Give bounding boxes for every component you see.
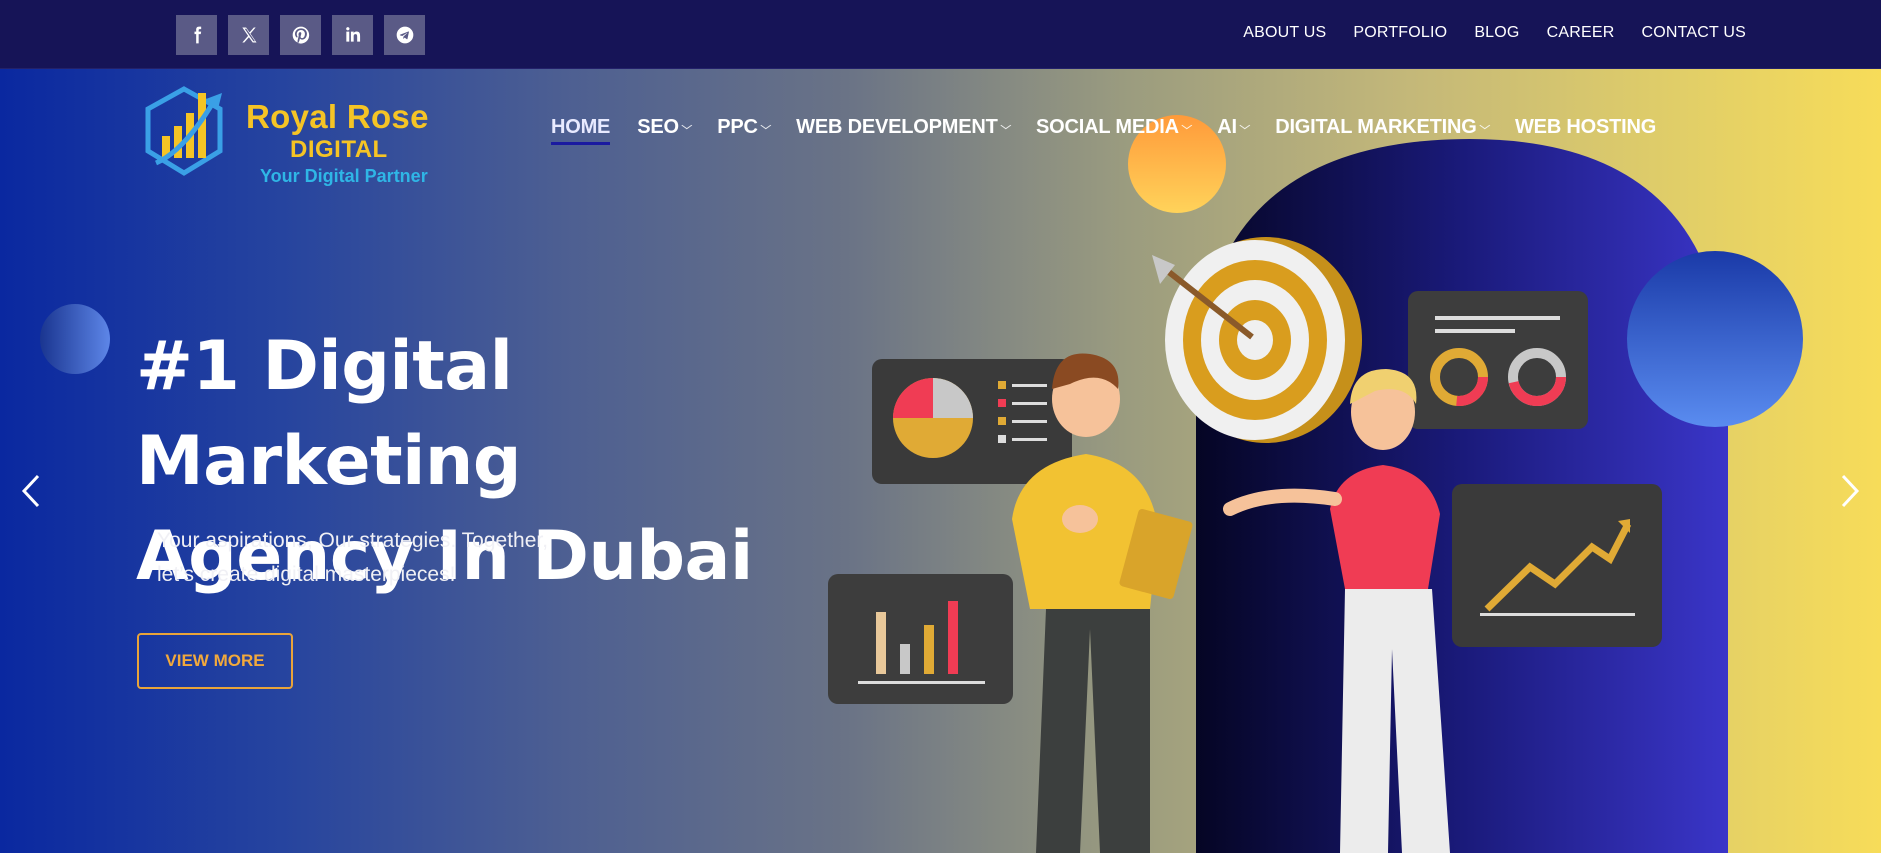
nav-item-label: SOCIAL MEDIA: [1036, 116, 1179, 138]
nav-item-label: DIGITAL MARKETING: [1275, 116, 1477, 138]
logo-subtitle: DIGITAL: [290, 136, 388, 163]
top-link-contact-us[interactable]: CONTACT US: [1641, 24, 1746, 42]
nav-item-seo[interactable]: SEO ⌵: [637, 116, 692, 139]
chevron-down-icon: ⌵: [1000, 121, 1011, 132]
hero-subtext: Your aspirations, Our strategies. Togeth…: [157, 524, 607, 592]
telegram-link[interactable]: [384, 15, 425, 55]
nav-item-label: PPC: [717, 116, 758, 138]
telegram-icon: [396, 26, 413, 44]
chevron-left-icon: [21, 474, 40, 508]
logo-tagline: Your Digital Partner: [260, 166, 428, 186]
hero-subtext-line-2: let’s create digital masterpieces!: [157, 563, 456, 586]
nav-item-ppc[interactable]: PPC ⌵: [717, 116, 771, 139]
top-nav: ABOUT US PORTFOLIO BLOG CAREER CONTACT U…: [1243, 24, 1746, 42]
nav-item-label: WEB HOSTING: [1515, 116, 1657, 138]
facebook-link[interactable]: [176, 15, 217, 55]
nav-item-web-hosting[interactable]: WEB HOSTING: [1515, 116, 1656, 139]
carousel-prev-button[interactable]: [20, 469, 42, 520]
x-icon: [241, 27, 256, 43]
logo[interactable]: Royal Rose DIGITAL Your Digital Partner: [144, 81, 464, 186]
top-bar: ABOUT US PORTFOLIO BLOG CAREER CONTACT U…: [0, 0, 1881, 69]
chevron-down-icon: ⌵: [1181, 121, 1192, 132]
nav-item-label: WEB DEVELOPMENT: [796, 116, 998, 138]
social-links: [176, 15, 425, 55]
logo-chart-icon: [145, 86, 223, 176]
logo-title: Royal Rose: [246, 98, 429, 135]
nav-item-label: SEO: [637, 116, 679, 138]
pinterest-link[interactable]: [280, 15, 321, 55]
chevron-down-icon: ⌵: [1239, 121, 1250, 132]
carousel-next-button[interactable]: [1839, 469, 1861, 520]
chevron-down-icon: ⌵: [1479, 121, 1490, 132]
nav-item-home[interactable]: HOME: [551, 116, 611, 145]
chevron-right-icon: [1841, 474, 1860, 508]
top-link-about-us[interactable]: ABOUT US: [1243, 24, 1326, 42]
nav-item-ai[interactable]: AI ⌵: [1217, 116, 1250, 139]
x-link[interactable]: [228, 15, 269, 55]
chevron-down-icon: ⌵: [681, 121, 692, 132]
nav-item-web-development[interactable]: WEB DEVELOPMENT ⌵: [796, 116, 1011, 139]
hero-subtext-line-1: Your aspirations, Our strategies. Togeth…: [157, 529, 549, 552]
top-link-portfolio[interactable]: PORTFOLIO: [1353, 24, 1447, 42]
linkedin-icon: [345, 27, 360, 42]
nav-item-label: HOME: [551, 116, 611, 138]
top-link-blog[interactable]: BLOG: [1474, 24, 1519, 42]
hero-section: Royal Rose DIGITAL Your Digital Partner …: [0, 69, 1881, 853]
nav-item-social-media[interactable]: SOCIAL MEDIA ⌵: [1036, 116, 1192, 139]
linkedin-link[interactable]: [332, 15, 373, 55]
top-link-career[interactable]: CAREER: [1547, 24, 1615, 42]
nav-item-digital-marketing[interactable]: DIGITAL MARKETING ⌵: [1275, 116, 1490, 139]
hero-headline-line-1: #1 Digital Marketing: [136, 327, 522, 501]
nav-item-label: AI: [1217, 116, 1237, 138]
view-more-button[interactable]: VIEW MORE: [137, 633, 293, 689]
pinterest-icon: [292, 26, 309, 44]
chevron-down-icon: ⌵: [760, 121, 771, 132]
facebook-icon: [194, 26, 201, 44]
main-nav: HOME SEO ⌵ PPC ⌵ WEB DEVELOPMENT ⌵ SOCIA…: [551, 116, 1656, 145]
